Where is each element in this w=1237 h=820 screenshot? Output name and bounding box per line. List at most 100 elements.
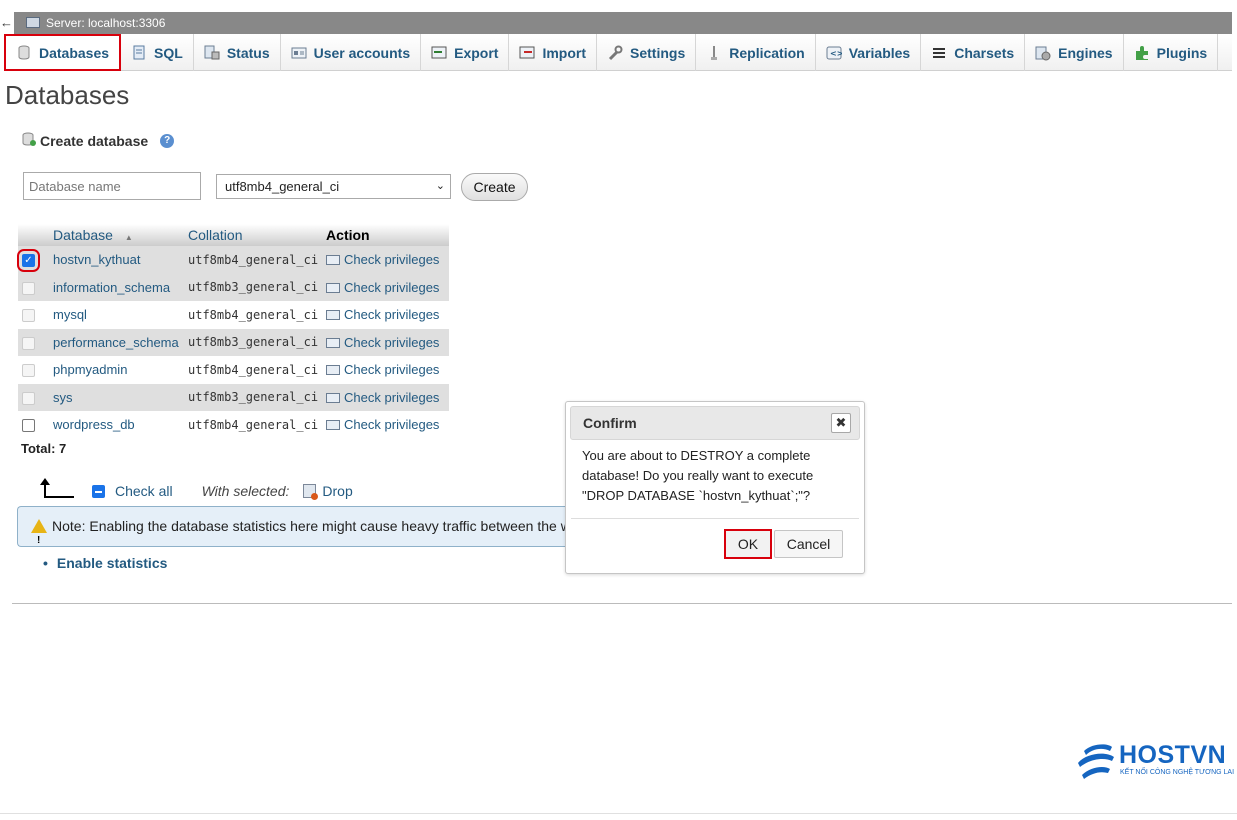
tab-export[interactable]: Export: [421, 34, 510, 71]
database-name-link[interactable]: phpmyadmin: [49, 356, 184, 384]
table-row: phpmyadmin utf8mb4_general_ci Check priv…: [18, 356, 450, 384]
tab-user-accounts[interactable]: User accounts: [281, 34, 422, 71]
enable-statistics-link[interactable]: Enable statistics: [43, 555, 168, 571]
tab-label: Plugins: [1156, 44, 1208, 61]
tab-variables[interactable]: <> Variables: [816, 34, 922, 71]
tab-import[interactable]: Import: [509, 34, 598, 71]
dialog-divider: [571, 518, 859, 519]
row-checkbox[interactable]: [22, 364, 35, 378]
collation-cell: utf8mb3_general_ci: [184, 383, 323, 411]
create-database-heading: Create database ?: [22, 131, 175, 150]
plugins-icon: [1134, 45, 1150, 61]
collation-select[interactable]: utf8mb4_general_ci ⌄: [216, 174, 451, 199]
check-all-label[interactable]: Check all: [115, 483, 173, 499]
privileges-icon: [326, 420, 341, 431]
row-checkbox[interactable]: [22, 309, 35, 323]
collation-cell: utf8mb4_general_ci: [184, 301, 323, 329]
database-name-link[interactable]: performance_schema: [49, 328, 184, 356]
check-privileges-link[interactable]: Check privileges: [322, 246, 450, 274]
header-database-label: Database: [53, 227, 113, 243]
database-icon: [16, 45, 32, 61]
row-checkbox[interactable]: [22, 391, 35, 405]
header-collation[interactable]: Collation: [184, 224, 323, 246]
dialog-title: Confirm: [583, 415, 637, 431]
collation-cell: utf8mb4_general_ci: [184, 356, 323, 384]
header-database[interactable]: Database ▲: [49, 224, 184, 246]
variables-icon: <>: [826, 45, 842, 61]
database-name-link[interactable]: mysql: [49, 301, 184, 329]
tab-plugins[interactable]: Plugins: [1124, 34, 1219, 71]
row-checkbox[interactable]: [22, 419, 35, 433]
import-icon: [519, 45, 535, 61]
check-privileges-link[interactable]: Check privileges: [322, 356, 450, 384]
collation-cell: utf8mb3_general_ci: [184, 273, 323, 301]
warning-icon: [31, 519, 47, 546]
collation-cell: utf8mb4_general_ci: [184, 246, 323, 274]
export-icon: [431, 45, 447, 61]
tab-label: Variables: [848, 44, 911, 61]
tab-label: Export: [454, 44, 499, 61]
collation-cell: utf8mb4_general_ci: [184, 411, 323, 439]
table-row: wordpress_db utf8mb4_general_ci Check pr…: [18, 411, 450, 439]
collation-selected-value: utf8mb4_general_ci: [225, 179, 340, 194]
tab-status[interactable]: Status: [194, 34, 281, 71]
back-arrow-icon[interactable]: ←: [0, 12, 14, 34]
check-privileges-label: Check privileges: [344, 279, 440, 295]
tab-settings[interactable]: Settings: [597, 34, 697, 71]
cancel-button[interactable]: Cancel: [774, 530, 843, 558]
row-checkbox[interactable]: [22, 281, 35, 295]
row-checkbox-cell: [18, 273, 49, 301]
tab-label: User accounts: [313, 44, 411, 61]
hostvn-logo-mark: [1078, 744, 1114, 779]
database-add-icon: [22, 131, 36, 150]
row-checkbox-cell: [18, 328, 49, 356]
check-privileges-label: Check privileges: [344, 334, 440, 350]
check-privileges-link[interactable]: Check privileges: [322, 273, 450, 301]
database-name-link[interactable]: hostvn_kythuat: [49, 246, 184, 274]
help-icon[interactable]: ?: [160, 133, 175, 148]
logo-name: HOSTVN: [1119, 741, 1227, 769]
check-all-checkbox[interactable]: [92, 484, 105, 498]
tab-replication[interactable]: Replication: [696, 34, 816, 71]
logo-tagline: KẾT NỐI CÔNG NGHỆ TƯƠNG LAI: [1120, 769, 1235, 776]
collation-cell: utf8mb3_general_ci: [184, 328, 323, 356]
tab-databases[interactable]: Databases: [4, 34, 122, 71]
check-privileges-link[interactable]: Check privileges: [322, 328, 450, 356]
page-title: Databases: [5, 80, 130, 110]
tab-sql[interactable]: SQL: [121, 34, 194, 71]
replication-icon: [706, 45, 722, 61]
row-checkbox-cell: [18, 301, 49, 329]
row-checkbox[interactable]: ✓: [17, 249, 40, 273]
statistics-notice: Note: Enabling the database statistics h…: [17, 506, 577, 547]
row-checkbox[interactable]: [22, 336, 35, 350]
confirm-dialog: Confirm ✖ You are about to DESTROY a com…: [565, 401, 865, 574]
tab-label: Databases: [39, 44, 110, 61]
server-breadcrumb[interactable]: Server: localhost:3306: [14, 12, 1232, 34]
chevron-down-icon: ⌄: [435, 180, 445, 192]
server-icon: [26, 17, 40, 28]
table-row: performance_schema utf8mb3_general_ci Ch…: [18, 328, 450, 356]
dialog-message: You are about to DESTROY a complete data…: [582, 448, 814, 503]
database-name-link[interactable]: wordpress_db: [49, 411, 184, 439]
check-privileges-label: Check privileges: [344, 252, 440, 268]
check-privileges-link[interactable]: Check privileges: [322, 301, 450, 329]
check-privileges-link[interactable]: Check privileges: [322, 411, 450, 439]
database-name-input[interactable]: [23, 172, 201, 200]
database-name-link[interactable]: information_schema: [49, 273, 184, 301]
divider: [12, 603, 1232, 604]
row-checkbox-cell: ✓: [17, 246, 49, 274]
dialog-title-bar[interactable]: Confirm ✖: [570, 406, 860, 440]
tab-charsets[interactable]: Charsets: [921, 34, 1026, 71]
create-button[interactable]: Create: [461, 173, 528, 201]
tab-engines[interactable]: Engines: [1025, 34, 1124, 71]
bottom-border: [0, 813, 1237, 814]
tab-label: Import: [542, 44, 587, 61]
check-privileges-link[interactable]: Check privileges: [322, 383, 450, 411]
sort-ascending-icon: ▲: [124, 233, 133, 242]
create-database-label: Create database: [40, 132, 149, 149]
drop-button[interactable]: Drop: [322, 483, 352, 499]
close-icon[interactable]: ✖: [831, 413, 851, 433]
database-name-link[interactable]: sys: [49, 383, 184, 411]
ok-button[interactable]: OK: [724, 529, 772, 559]
tab-label: Replication: [729, 44, 805, 61]
